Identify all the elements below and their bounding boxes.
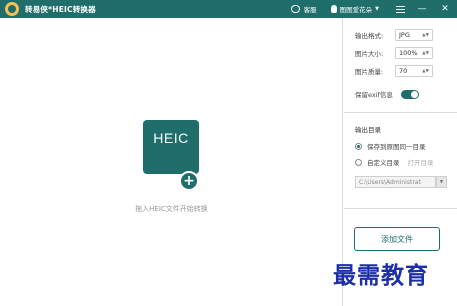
heic-file-icon[interactable]: HEIC — [143, 120, 199, 174]
add-file-button[interactable]: 添加文件 — [354, 227, 440, 251]
minimize-button[interactable]: — — [411, 0, 433, 18]
toggle-knob — [410, 90, 418, 98]
size-select[interactable]: 100% ▲▼ — [395, 47, 433, 59]
quality-row: 图片质量: 70 ▲▼ — [355, 65, 433, 77]
customer-service-label: 客服 — [303, 6, 317, 14]
close-icon: ✕ — [441, 4, 449, 14]
radio-custom-dir-label: 自定义目录 — [367, 159, 400, 167]
drop-hint-text: 拖入HEIC文件开始转换 — [135, 205, 208, 213]
minimize-icon: — — [417, 4, 427, 14]
radio-same-dir-label: 保存到原图同一目录 — [367, 143, 426, 151]
select-caret-icon: ▲▼ — [422, 32, 429, 38]
plus-glyph: + — [183, 173, 195, 189]
size-value: 100% — [399, 49, 418, 57]
chevron-down-icon: ▼ — [375, 6, 379, 12]
menu-button[interactable] — [389, 0, 411, 18]
radio-custom-dir[interactable]: 自定义目录 打开目录 — [355, 157, 434, 167]
heic-badge-text: HEIC — [153, 130, 189, 146]
title-bar: 转易侠*HEIC转换器 客服 图图爱花朵 ▼ — ✕ — [0, 0, 457, 18]
radio-same-dir[interactable]: 保存到原图同一目录 — [355, 141, 426, 151]
titlebar-controls: 客服 图图爱花朵 ▼ — ✕ — [290, 0, 457, 18]
close-button[interactable]: ✕ — [433, 0, 457, 18]
user-icon — [330, 5, 337, 13]
quality-select[interactable]: 70 ▲▼ — [395, 65, 433, 77]
app-title: 转易侠*HEIC转换器 — [25, 4, 96, 14]
divider — [344, 112, 457, 113]
divider — [344, 208, 457, 209]
exif-row: 保留exif信息 — [355, 89, 419, 99]
format-select[interactable]: JPG ▲▼ — [395, 29, 433, 41]
exif-toggle[interactable] — [400, 89, 419, 99]
output-section-title: 输出目录 — [355, 126, 381, 134]
open-dir-link[interactable]: 打开目录 — [408, 157, 434, 167]
path-dropdown-button[interactable]: ▼ — [436, 176, 447, 188]
format-value: JPG — [399, 31, 410, 39]
customer-service-button[interactable]: 客服 — [290, 4, 317, 14]
radio-unchecked-icon — [355, 158, 362, 166]
format-row: 输出格式: JPG ▲▼ — [355, 29, 433, 41]
quality-value: 70 — [399, 67, 408, 75]
user-menu[interactable]: 图图爱花朵 ▼ — [330, 4, 379, 14]
quality-label: 图片质量: — [355, 68, 384, 76]
file-drop-area[interactable]: HEIC + 拖入HEIC文件开始转换 — [0, 18, 343, 306]
select-caret-icon: ▲▼ — [422, 68, 429, 74]
app-logo-icon — [5, 2, 19, 16]
add-plus-icon[interactable]: + — [179, 171, 199, 191]
size-row: 图片大小: 100% ▲▼ — [355, 47, 433, 59]
chat-icon — [290, 5, 300, 13]
radio-checked-icon — [355, 142, 362, 150]
format-label: 输出格式: — [355, 32, 384, 40]
size-label: 图片大小: — [355, 50, 384, 58]
select-caret-icon: ▲▼ — [422, 50, 429, 56]
exif-label: 保留exif信息 — [355, 91, 393, 99]
menu-icon — [395, 5, 405, 13]
user-name: 图图爱花朵 — [339, 6, 373, 14]
output-path-input[interactable]: C:\Users\Administrat — [355, 176, 436, 188]
watermark-text: 最需教育 — [333, 262, 429, 289]
chevron-down-icon: ▼ — [439, 179, 444, 185]
